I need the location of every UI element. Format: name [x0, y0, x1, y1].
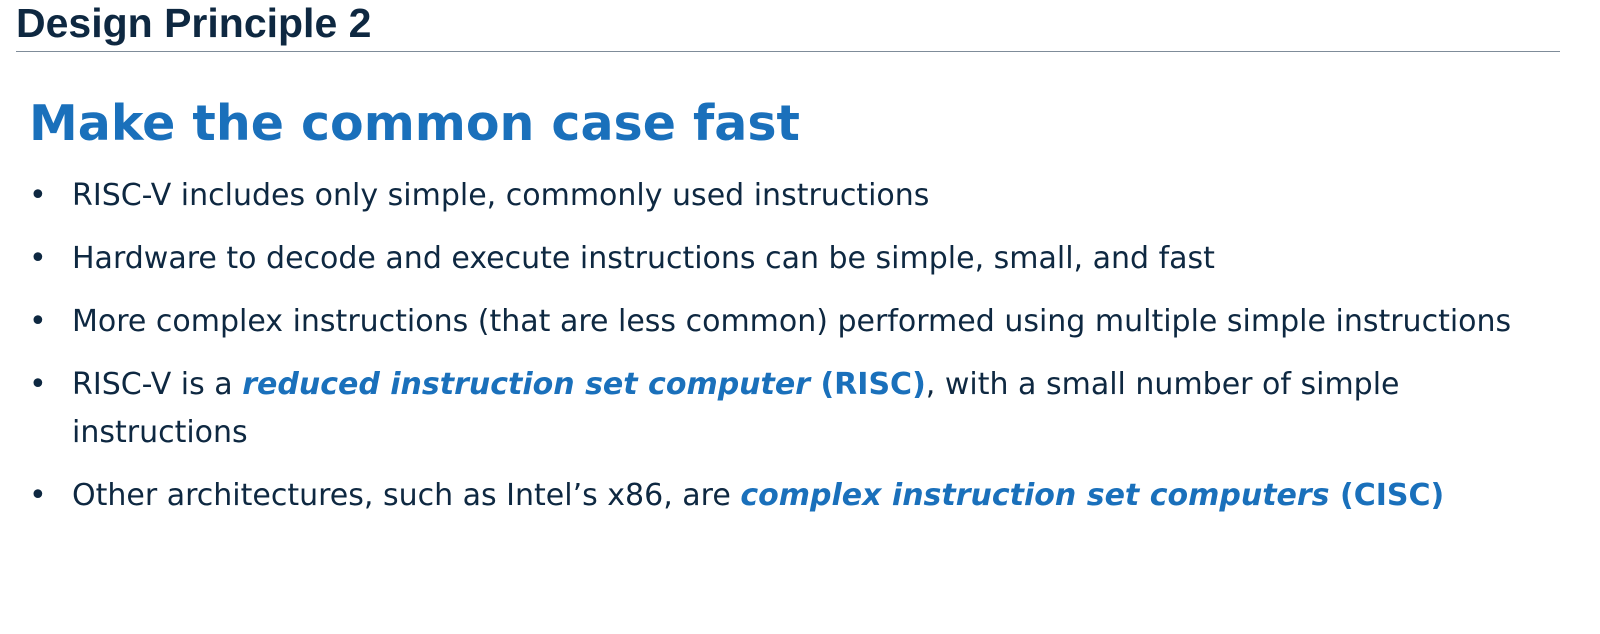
title-divider [16, 51, 1560, 52]
bullet-marker: • [29, 304, 47, 339]
bullet-marker: • [29, 178, 47, 213]
bullet-marker: • [29, 367, 47, 402]
term-abbreviation: (CISC) [1329, 478, 1445, 513]
bullet-list: • RISC-V includes only simple, commonly … [29, 172, 1569, 535]
slide-title: Design Principle 2 [16, 0, 372, 46]
bullet-item: • Hardware to decode and execute instruc… [29, 235, 1569, 283]
bullet-item: • RISC-V includes only simple, commonly … [29, 172, 1569, 220]
term-abbreviation: (RISC) [810, 367, 926, 402]
bullet-item: • More complex instructions (that are le… [29, 298, 1569, 346]
bullet-item: • RISC-V is a reduced instruction set co… [29, 361, 1569, 457]
bullet-item: • Other architectures, such as Intel’s x… [29, 472, 1569, 520]
slide-heading: Make the common case fast [29, 95, 800, 152]
bullet-text-prefix: Other architectures, such as Intel’s x86… [72, 478, 741, 513]
bullet-marker: • [29, 478, 47, 513]
bullet-text: RISC-V includes only simple, commonly us… [72, 178, 930, 213]
term-emphasis: reduced instruction set computer [242, 367, 811, 402]
bullet-text: Hardware to decode and execute instructi… [72, 241, 1215, 276]
term-emphasis: complex instruction set computers [740, 478, 1330, 513]
bullet-text: More complex instructions (that are less… [72, 304, 1512, 339]
bullet-text-prefix: RISC-V is a [72, 367, 243, 402]
bullet-marker: • [29, 241, 47, 276]
